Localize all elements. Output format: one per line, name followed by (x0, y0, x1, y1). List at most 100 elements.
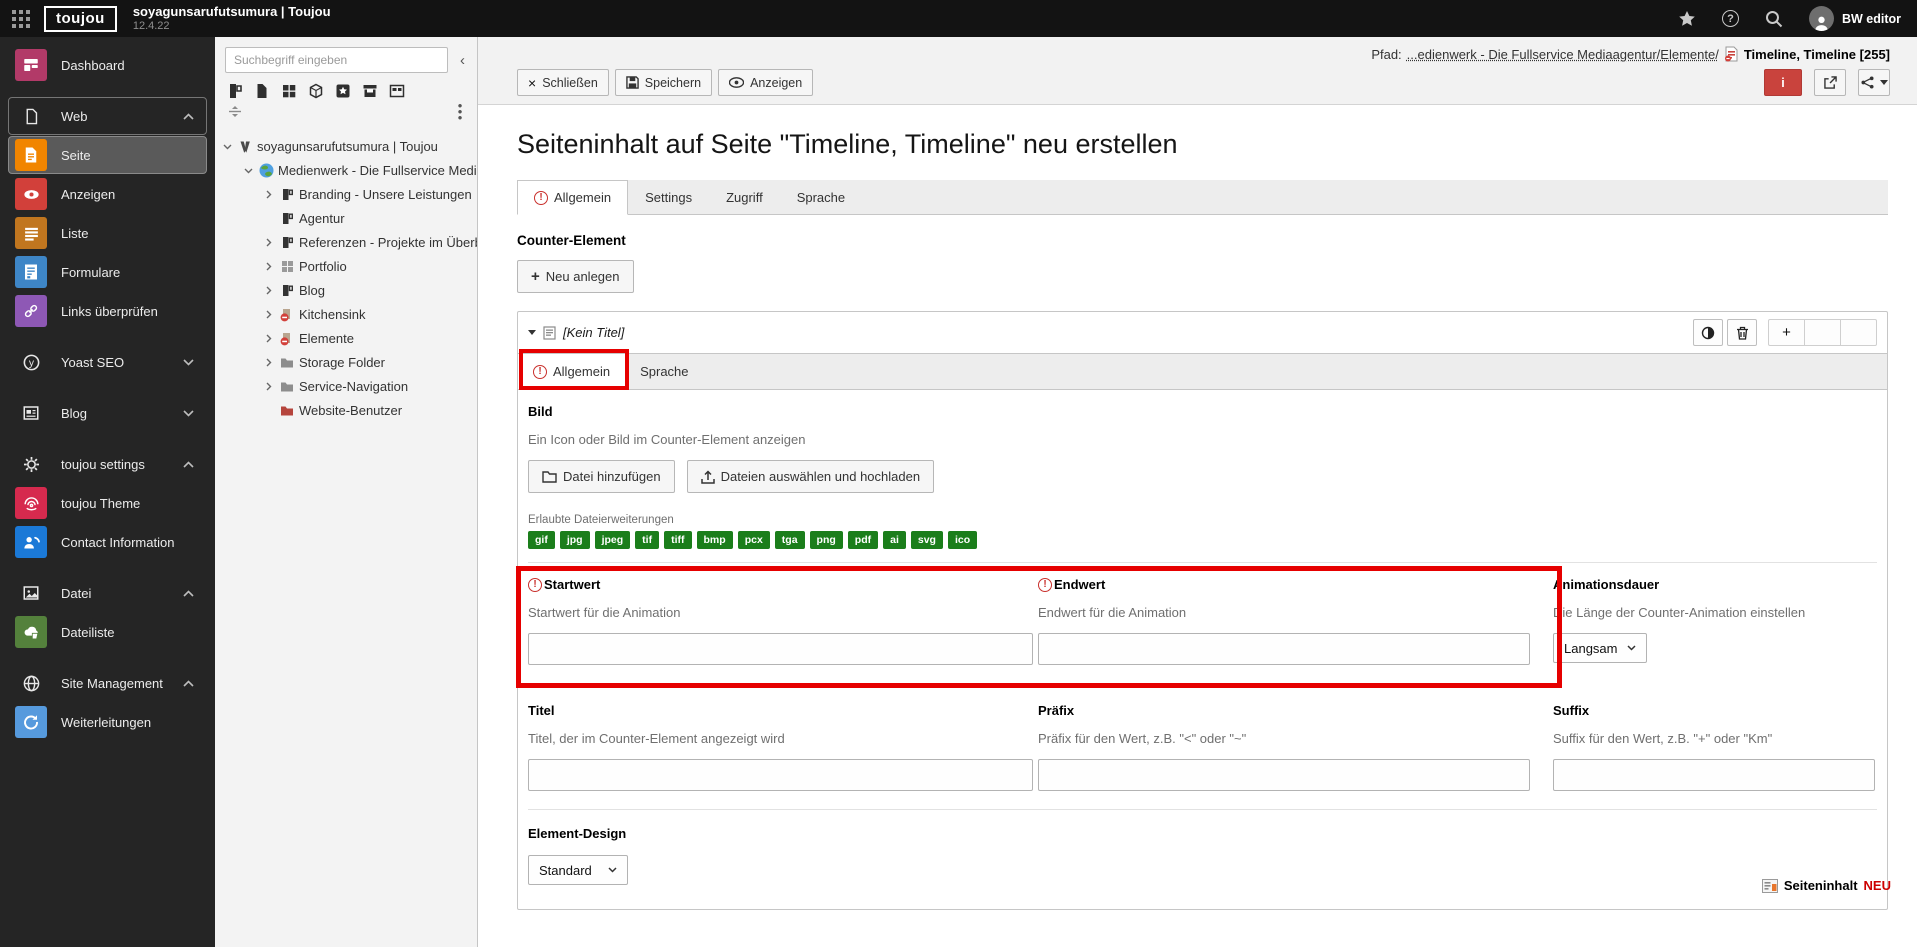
sidebar-section-web[interactable]: Web (8, 97, 207, 135)
share-button[interactable] (1858, 69, 1890, 96)
bookmark-star-icon[interactable] (1678, 10, 1696, 28)
sidebar-item-dateiliste[interactable]: Dateiliste (8, 613, 207, 651)
new-badge: NEU (1863, 878, 1891, 893)
caret-collapsed-icon[interactable] (263, 286, 275, 295)
sidebar-item-label: Weiterleitungen (61, 714, 152, 730)
add-file-button[interactable]: Datei hinzufügen (528, 460, 675, 493)
user-menu[interactable]: BW editor (1808, 6, 1901, 31)
caret-collapsed-icon[interactable] (263, 190, 275, 199)
tree-node-label: Service-Navigation (299, 379, 409, 395)
tree-node[interactable]: Service-Navigation (215, 375, 477, 399)
tree-node[interactable]: Branding - Unsere Leistungen (215, 183, 477, 207)
tree-node-root[interactable]: soyagunsarufutsumura | Toujou (215, 135, 477, 159)
sidebar-item-seite[interactable]: Seite (8, 136, 207, 174)
page-icon[interactable] (254, 83, 270, 99)
tab-settings[interactable]: Settings (628, 180, 709, 215)
tab-sprache[interactable]: Sprache (780, 180, 862, 215)
tree-node[interactable]: Kitchensink (215, 303, 477, 327)
praefix-input[interactable] (1038, 759, 1530, 791)
typo3-icon (237, 140, 253, 154)
card-icon[interactable] (389, 83, 405, 99)
list-module-icon (15, 217, 47, 249)
sidebar-section-blog[interactable]: Blog (8, 394, 207, 432)
tree-resize-handle[interactable] (229, 106, 241, 118)
collapse-tree-icon[interactable]: ‹ (456, 52, 469, 69)
apps-grid-icon[interactable] (12, 9, 30, 28)
sidebar-item-toujou-theme[interactable]: toujou Theme (8, 484, 207, 522)
view-button[interactable]: Anzeigen (718, 69, 814, 96)
shortcut-cube-icon[interactable] (308, 83, 324, 99)
tree-search-input[interactable] (225, 47, 448, 73)
animationsdauer-select[interactable]: Langsam (1553, 633, 1648, 663)
sidebar-item-dashboard[interactable]: Dashboard (8, 46, 207, 84)
move-up-button[interactable] (1804, 319, 1841, 346)
panel-tab-allgemein[interactable]: ! Allgemein (518, 354, 626, 389)
titel-input[interactable] (528, 759, 1033, 791)
sidebar-section-yoast-seo[interactable]: y Yoast SEO (8, 343, 207, 381)
tree-node[interactable]: Storage Folder (215, 351, 477, 375)
sidebar-item-weiterleitungen[interactable]: Weiterleitungen (8, 703, 207, 741)
globe-icon (258, 163, 274, 178)
sidebar-section-datei[interactable]: Datei (8, 574, 207, 612)
endwert-input[interactable] (1038, 633, 1530, 665)
path-label: Pfad: (1371, 46, 1402, 62)
caret-collapsed-icon[interactable] (263, 238, 275, 247)
suffix-input[interactable] (1553, 759, 1875, 791)
extension-badge: tga (774, 531, 805, 549)
info-button[interactable]: i (1764, 69, 1802, 96)
tree-node[interactable]: Agentur (215, 207, 477, 231)
sidebar-section-toujou-settings[interactable]: toujou settings (8, 445, 207, 483)
plus-icon: + (531, 268, 540, 285)
site-version: 12.4.22 (132, 19, 170, 32)
help-icon[interactable]: ? (1721, 10, 1739, 27)
tree-node[interactable]: Blog (215, 279, 477, 303)
tab-zugriff[interactable]: Zugriff (709, 180, 780, 215)
sidebar-item-links-ueberpruefen[interactable]: Links überprüfen (8, 292, 207, 330)
new-record-button[interactable]: + Neu anlegen (517, 260, 634, 293)
caret-collapsed-icon[interactable] (263, 334, 275, 343)
delete-button[interactable] (1727, 319, 1757, 346)
star-badge-icon[interactable] (335, 83, 351, 99)
new-page-icon[interactable] (227, 83, 243, 99)
storage-icon[interactable] (362, 83, 378, 99)
sidebar-item-label: Liste (61, 225, 89, 241)
caret-collapsed-icon[interactable] (263, 382, 275, 391)
tab-allgemein[interactable]: ! Allgemein (517, 180, 629, 215)
caret-collapsed-icon[interactable] (263, 358, 275, 367)
element-design-select[interactable]: Standard (528, 855, 628, 885)
close-button[interactable]: × Schließen (517, 69, 609, 96)
tree-node-label: Elemente (299, 331, 354, 347)
tree-node[interactable]: Portfolio (215, 255, 477, 279)
path-link[interactable]: ...edienwerk - Die Fullservice Mediaagen… (1407, 47, 1719, 62)
sidebar-item-contact-information[interactable]: Contact Information (8, 523, 207, 561)
startwert-input[interactable] (528, 633, 1033, 665)
tree-node[interactable]: Medienwerk - Die Fullservice Mediaag (215, 159, 477, 183)
main-content: Pfad: ...edienwerk - Die Fullservice Med… (478, 37, 1917, 947)
tree-more-menu-icon[interactable]: • • • (453, 99, 467, 123)
save-button[interactable]: Speichern (614, 69, 713, 96)
collapse-caret-icon[interactable] (528, 330, 536, 335)
add-button[interactable]: + (1768, 319, 1805, 346)
content-grid-icon[interactable] (281, 83, 297, 99)
tree-node[interactable]: Referenzen - Projekte im Überblick (215, 231, 477, 255)
panel-tab-sprache[interactable]: Sprache (625, 354, 703, 389)
toujou-logo[interactable]: toujou (44, 5, 117, 32)
upload-files-button[interactable]: Dateien auswählen und hochladen (686, 460, 935, 493)
caret-expanded-icon[interactable] (242, 168, 254, 174)
tree-node[interactable]: Elemente (215, 327, 477, 351)
move-down-button[interactable] (1840, 319, 1877, 346)
caret-collapsed-icon[interactable] (263, 310, 275, 319)
caret-expanded-icon[interactable] (221, 144, 233, 150)
panel-header[interactable]: [Kein Titel] + (518, 312, 1887, 354)
tree-node[interactable]: Website-Benutzer (215, 399, 477, 423)
open-in-new-window-button[interactable] (1814, 69, 1846, 96)
visibility-toggle-button[interactable] (1693, 319, 1723, 346)
sidebar-item-liste[interactable]: Liste (8, 214, 207, 252)
sidebar-section-site-management[interactable]: Site Management (8, 664, 207, 702)
caret-collapsed-icon[interactable] (263, 262, 275, 271)
sidebar-item-anzeigen[interactable]: Anzeigen (8, 175, 207, 213)
animationsdauer-label: Animationsdauer (1553, 577, 1660, 592)
search-icon[interactable] (1765, 10, 1783, 28)
sidebar-section-label: Datei (61, 585, 92, 601)
sidebar-item-formulare[interactable]: Formulare (8, 253, 207, 291)
